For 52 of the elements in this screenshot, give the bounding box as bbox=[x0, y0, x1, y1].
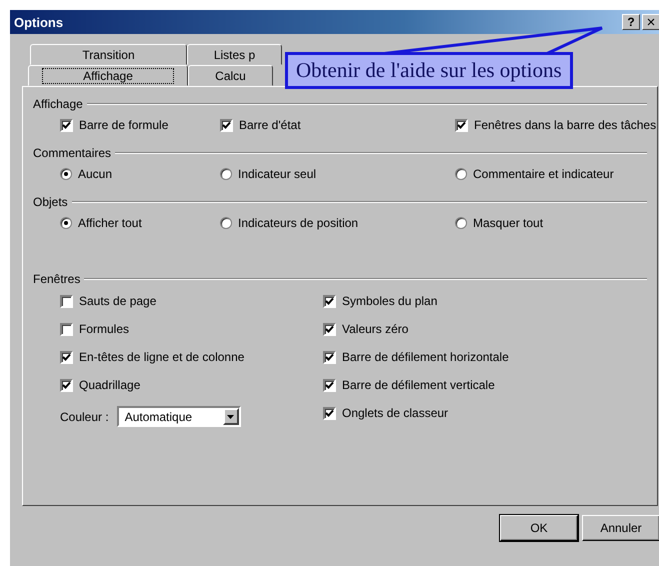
checkbox-label[interactable]: Barre de défilement horizontale bbox=[342, 350, 509, 364]
dialog-button[interactable]: Annuler bbox=[582, 515, 659, 541]
radio-button[interactable] bbox=[60, 217, 72, 229]
help-callout: Obtenir de l'aide sur les options bbox=[285, 52, 573, 89]
checkbox-label[interactable]: Formules bbox=[79, 322, 130, 336]
checkbox[interactable] bbox=[323, 350, 336, 364]
checkbox-label[interactable]: Valeurs zéro bbox=[342, 322, 408, 336]
dialog-button[interactable]: OK bbox=[500, 515, 578, 541]
checkbox[interactable] bbox=[60, 322, 73, 336]
group-title: Fenêtres bbox=[33, 272, 80, 286]
group-title: Objets bbox=[33, 195, 68, 209]
tab[interactable]: Listes p bbox=[187, 44, 282, 65]
tab[interactable]: Calcu bbox=[188, 65, 273, 86]
checkbox-label[interactable]: Barre de défilement verticale bbox=[342, 378, 495, 392]
checkbox-label[interactable]: En-têtes de ligne et de colonne bbox=[79, 350, 244, 364]
color-label: Couleur : bbox=[60, 410, 109, 424]
color-dropdown[interactable]: Automatique bbox=[116, 406, 241, 427]
radio-button[interactable] bbox=[60, 168, 72, 180]
help-button[interactable]: ? bbox=[622, 14, 640, 30]
checkbox-label[interactable]: Barre d'état bbox=[239, 118, 301, 132]
tab[interactable]: Transition bbox=[30, 44, 187, 65]
checkbox-label[interactable]: Fenêtres dans la barre des tâches bbox=[474, 118, 656, 132]
checkbox-label[interactable]: Onglets de classeur bbox=[342, 406, 448, 420]
checkbox[interactable] bbox=[60, 350, 73, 364]
checkbox[interactable] bbox=[323, 378, 336, 392]
checkbox[interactable] bbox=[455, 118, 468, 132]
checkbox[interactable] bbox=[60, 118, 73, 132]
checkbox[interactable] bbox=[60, 294, 73, 308]
close-button[interactable]: × bbox=[642, 14, 659, 30]
radio-label[interactable]: Indicateurs de position bbox=[238, 216, 358, 230]
checkbox[interactable] bbox=[220, 118, 233, 132]
group-title: Affichage bbox=[33, 97, 83, 111]
checkbox-label[interactable]: Quadrillage bbox=[79, 378, 140, 392]
checkbox-label[interactable]: Symboles du plan bbox=[342, 294, 438, 308]
checkbox-label[interactable]: Sauts de page bbox=[79, 294, 156, 308]
radio-button[interactable] bbox=[220, 217, 232, 229]
radio-button[interactable] bbox=[455, 217, 467, 229]
checkbox[interactable] bbox=[323, 294, 336, 308]
radio-button[interactable] bbox=[220, 168, 232, 180]
radio-button[interactable] bbox=[455, 168, 467, 180]
group-title: Commentaires bbox=[33, 146, 112, 160]
checkbox[interactable] bbox=[323, 322, 336, 336]
radio-label[interactable]: Indicateur seul bbox=[238, 167, 316, 181]
checkbox-label[interactable]: Barre de formule bbox=[79, 118, 168, 132]
checkbox[interactable] bbox=[323, 406, 336, 420]
checkbox[interactable] bbox=[60, 378, 73, 392]
tab[interactable]: Affichage bbox=[28, 65, 188, 86]
radio-label[interactable]: Masquer tout bbox=[473, 216, 544, 230]
radio-label[interactable]: Afficher tout bbox=[78, 216, 142, 230]
radio-label[interactable]: Commentaire et indicateur bbox=[473, 167, 614, 181]
radio-label[interactable]: Aucun bbox=[78, 167, 112, 181]
window-title: Options bbox=[14, 14, 64, 30]
